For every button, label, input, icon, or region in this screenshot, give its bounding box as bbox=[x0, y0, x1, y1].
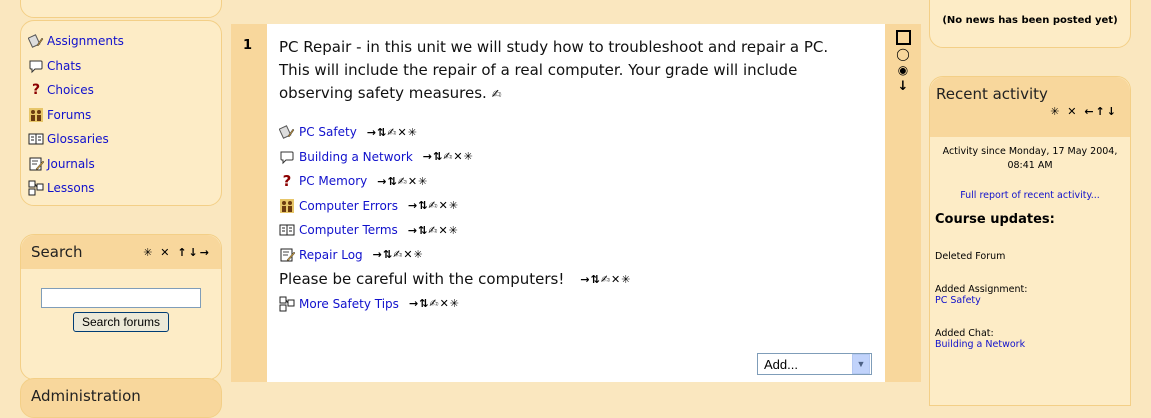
module-link[interactable]: PC Safety bbox=[299, 125, 357, 139]
search-block-header: Search ✳ ✕ ↑↓→ bbox=[21, 235, 221, 269]
module-pc-memory: ? PC Memory →⇅✍✕✳ bbox=[279, 169, 873, 194]
assignment-icon bbox=[279, 124, 295, 140]
activity-link[interactable]: Forums bbox=[47, 108, 91, 122]
lesson-icon bbox=[28, 180, 44, 196]
recent-activity-header: Recent activity ✳ ✕ ←↑↓ bbox=[930, 77, 1130, 137]
search-block: Search ✳ ✕ ↑↓→ Search forums bbox=[20, 234, 222, 380]
summary-text: PC Repair - in this unit we will study h… bbox=[279, 38, 829, 102]
news-text: (No news has been posted yet) bbox=[942, 15, 1118, 26]
module-edit-icons[interactable]: →⇅✍✕✳ bbox=[580, 273, 631, 286]
activity-forums[interactable]: Forums bbox=[28, 103, 221, 128]
glossary-icon bbox=[28, 131, 44, 147]
course-section: 1 PC Repair - in this unit we will study… bbox=[231, 24, 921, 382]
module-edit-icons[interactable]: →⇅✍✕✳ bbox=[373, 248, 424, 261]
module-link[interactable]: Repair Log bbox=[299, 248, 363, 262]
module-link[interactable]: PC Memory bbox=[299, 174, 367, 188]
activity-assignments[interactable]: Assignments bbox=[28, 29, 221, 54]
label-careful: Please be careful with the computers! →⇅… bbox=[279, 267, 873, 292]
section-summary: PC Repair - in this unit we will study h… bbox=[279, 36, 849, 106]
module-edit-icons[interactable]: →⇅✍✕✳ bbox=[367, 126, 418, 139]
update-item: Deleted Forum bbox=[935, 251, 1006, 262]
news-block: (No news has been posted yet) bbox=[929, 0, 1131, 48]
update-item: Added Chat: bbox=[935, 328, 994, 339]
assignment-icon bbox=[28, 33, 44, 49]
module-link[interactable]: More Safety Tips bbox=[299, 297, 399, 311]
block-title: Search bbox=[31, 243, 83, 261]
update-item: Added Assignment: bbox=[935, 284, 1028, 295]
select-value: Add... bbox=[764, 356, 798, 372]
activities-block: Assignments Chats ? Choices Forums Gloss… bbox=[20, 20, 222, 206]
block-title: Administration bbox=[31, 387, 141, 405]
update-link[interactable]: Building a Network bbox=[935, 339, 1125, 350]
chat-icon bbox=[28, 58, 44, 74]
activities-list: Assignments Chats ? Choices Forums Gloss… bbox=[28, 29, 221, 201]
activity-since-text: Activity since Monday, 17 May 2004, 08:4… bbox=[942, 146, 1118, 171]
module-link[interactable]: Building a Network bbox=[299, 150, 413, 164]
block-controls[interactable]: ✳ ✕ ↑↓→ bbox=[143, 246, 211, 259]
module-link[interactable]: Computer Terms bbox=[299, 223, 398, 237]
section-frame-icon[interactable] bbox=[895, 30, 911, 45]
section-content: PC Repair - in this unit we will study h… bbox=[267, 24, 885, 382]
glossary-icon bbox=[279, 222, 295, 238]
top-block-tail bbox=[20, 0, 222, 18]
journal-icon bbox=[28, 156, 44, 172]
activity-link[interactable]: Choices bbox=[47, 83, 94, 97]
add-activity-select[interactable]: Add... ▼ bbox=[757, 353, 872, 375]
label-text: Please be careful with the computers! bbox=[279, 270, 565, 289]
module-link[interactable]: Computer Errors bbox=[299, 199, 398, 213]
section-number: 1 bbox=[243, 38, 253, 53]
activity-journals[interactable]: Journals bbox=[28, 152, 221, 177]
course-updates-title: Course updates: bbox=[935, 212, 1055, 227]
module-more-safety-tips: More Safety Tips →⇅✍✕✳ bbox=[279, 292, 873, 317]
section-controls: ◯ ◉ ↓ bbox=[885, 24, 921, 382]
journal-icon bbox=[279, 247, 295, 263]
search-input[interactable] bbox=[41, 288, 201, 308]
activity-link[interactable]: Lessons bbox=[47, 181, 95, 195]
full-report-link[interactable]: Full report of recent activity... bbox=[960, 190, 1100, 201]
move-down-icon[interactable]: ↓ bbox=[898, 79, 909, 94]
recent-activity-block: Recent activity ✳ ✕ ←↑↓ Activity since M… bbox=[929, 76, 1131, 406]
choice-icon: ? bbox=[31, 82, 41, 99]
block-controls[interactable]: ✳ ✕ ←↑↓ bbox=[936, 105, 1124, 118]
forum-icon bbox=[279, 198, 295, 214]
activity-chats[interactable]: Chats bbox=[28, 54, 221, 79]
search-forums-button[interactable]: Search forums bbox=[72, 312, 170, 332]
chevron-down-icon[interactable]: ▼ bbox=[852, 354, 870, 374]
module-edit-icons[interactable]: →⇅✍✕✳ bbox=[408, 199, 459, 212]
activity-link[interactable]: Glossaries bbox=[47, 132, 109, 146]
activity-lessons[interactable]: Lessons bbox=[28, 176, 221, 201]
activity-link[interactable]: Chats bbox=[47, 59, 81, 73]
module-edit-icons[interactable]: →⇅✍✕✳ bbox=[409, 297, 460, 310]
edit-summary-icon[interactable]: ✍ bbox=[492, 87, 502, 101]
chat-icon bbox=[279, 149, 295, 165]
module-edit-icons[interactable]: →⇅✍✕✳ bbox=[377, 175, 428, 188]
activity-link[interactable]: Assignments bbox=[47, 34, 124, 48]
activity-choices[interactable]: ? Choices bbox=[28, 78, 221, 103]
choice-icon: ? bbox=[282, 172, 292, 191]
block-title: Recent activity bbox=[936, 85, 1048, 103]
module-pc-safety: PC Safety →⇅✍✕✳ bbox=[279, 120, 873, 145]
module-computer-terms: Computer Terms →⇅✍✕✳ bbox=[279, 218, 873, 243]
highlight-bulb-icon[interactable]: ◯ bbox=[896, 47, 909, 61]
module-computer-errors: Computer Errors →⇅✍✕✳ bbox=[279, 194, 873, 219]
lesson-icon bbox=[279, 296, 295, 312]
module-edit-icons[interactable]: →⇅✍✕✳ bbox=[423, 150, 474, 163]
activity-glossaries[interactable]: Glossaries bbox=[28, 127, 221, 152]
update-link[interactable]: PC Safety bbox=[935, 295, 1125, 306]
module-repair-log: Repair Log →⇅✍✕✳ bbox=[279, 243, 873, 268]
activity-link[interactable]: Journals bbox=[47, 157, 95, 171]
eye-icon[interactable]: ◉ bbox=[898, 63, 908, 77]
module-edit-icons[interactable]: →⇅✍✕✳ bbox=[408, 224, 459, 237]
administration-block: Administration bbox=[20, 378, 222, 418]
module-building-network: Building a Network →⇅✍✕✳ bbox=[279, 145, 873, 170]
forum-icon bbox=[28, 107, 44, 123]
